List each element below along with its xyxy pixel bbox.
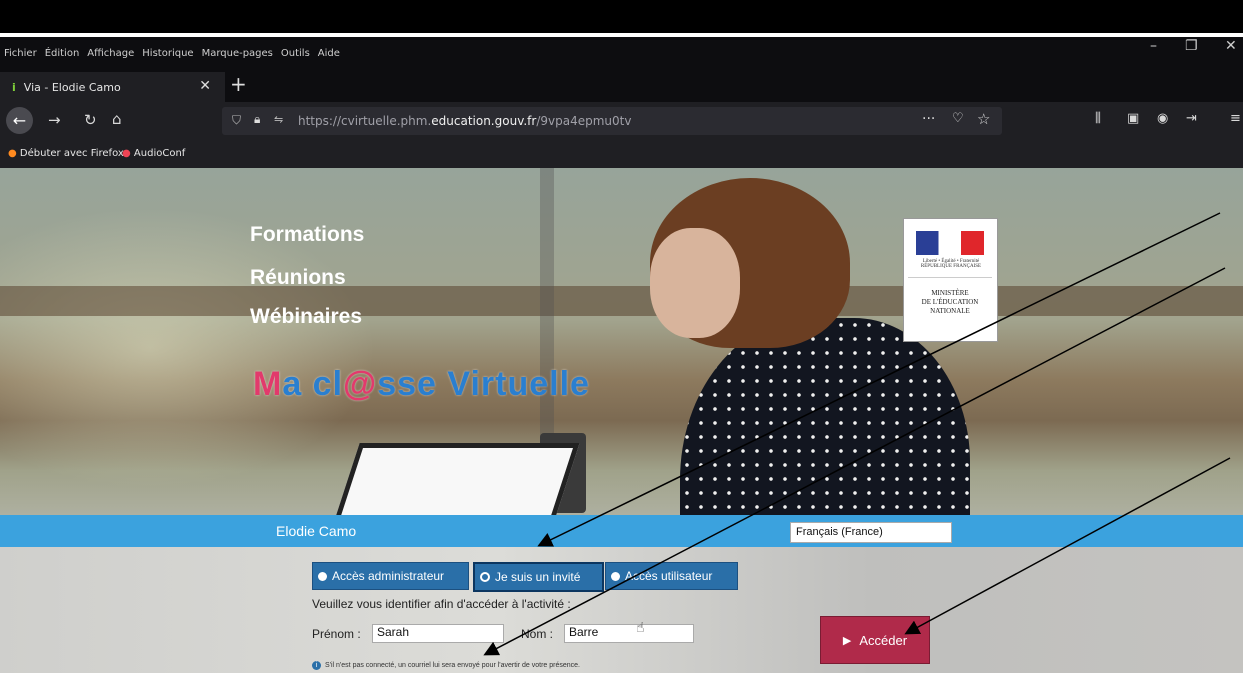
url-text: https://cvirtuelle.phm.education.gouv.fr… bbox=[298, 114, 632, 128]
firefox-icon: ● bbox=[8, 148, 17, 159]
marianne-flag-icon bbox=[916, 231, 984, 255]
home-icon[interactable]: ⌂ bbox=[112, 110, 122, 128]
menu-view[interactable]: Affichage bbox=[87, 48, 134, 59]
session-owner: Elodie Camo bbox=[276, 523, 357, 539]
minimize-icon[interactable]: – bbox=[1150, 38, 1157, 54]
tab-title: Via - Elodie Camo bbox=[23, 80, 121, 94]
play-icon: ▶ bbox=[842, 634, 852, 647]
close-tab-icon[interactable]: ✕ bbox=[199, 78, 211, 94]
radio-guest-access[interactable]: Je suis un invité bbox=[473, 562, 604, 592]
radio-admin-access[interactable]: Accès administrateur bbox=[312, 562, 469, 590]
mouse-cursor-icon: ☝ bbox=[636, 620, 645, 636]
sidebar-icon[interactable]: ▣ bbox=[1127, 111, 1139, 126]
lastname-label: Nom : bbox=[521, 627, 554, 641]
info-icon: i bbox=[312, 661, 321, 670]
account-icon[interactable]: ◉ bbox=[1157, 111, 1168, 126]
radio-icon bbox=[611, 571, 620, 581]
firstname-label: Prénom : bbox=[312, 627, 361, 641]
radio-selected-icon bbox=[480, 572, 490, 582]
site-favicon-icon: i bbox=[12, 80, 16, 94]
menu-file[interactable]: Fichier bbox=[4, 48, 37, 59]
info-note: i S'il n'est pas connecté, un courriel lu… bbox=[312, 661, 580, 670]
brand-logo: Ma cl@sse Virtuelle bbox=[253, 365, 590, 403]
menu-edit[interactable]: Édition bbox=[45, 48, 80, 59]
ministere-logo: Liberté • Égalité • Fraternité RÉPUBLIQU… bbox=[903, 218, 998, 342]
firstname-input[interactable]: Sarah bbox=[372, 624, 504, 643]
photo-woman-face bbox=[650, 228, 740, 338]
language-select[interactable]: Français (France) ⌄ bbox=[790, 522, 952, 543]
radio-icon bbox=[318, 571, 327, 581]
new-tab-icon[interactable]: + bbox=[230, 72, 247, 96]
bookmark-firefox[interactable]: ● Débuter avec Firefox bbox=[8, 148, 124, 159]
radio-user-access[interactable]: Accès utilisateur bbox=[605, 562, 738, 590]
hamburger-menu-icon[interactable]: ≡ bbox=[1230, 111, 1241, 126]
headline-webinaires: Wébinaires bbox=[250, 305, 363, 328]
forward-icon[interactable]: → bbox=[48, 111, 61, 129]
pocket-icon[interactable]: ♡ bbox=[952, 111, 964, 126]
background-window-frame bbox=[0, 286, 1243, 316]
menu-bookmarks[interactable]: Marque-pages bbox=[202, 48, 273, 59]
chevron-down-icon: ⌄ bbox=[796, 525, 805, 536]
headline-formations: Formations bbox=[250, 223, 365, 246]
menu-tools[interactable]: Outils bbox=[281, 48, 310, 59]
shield-icon: ⛉ bbox=[232, 113, 242, 127]
extension-icon[interactable]: ⇥ bbox=[1186, 111, 1197, 126]
close-window-icon[interactable]: ✕ bbox=[1225, 38, 1237, 54]
audioconf-icon: ● bbox=[122, 148, 131, 159]
library-icon[interactable]: ⫼ bbox=[1095, 111, 1101, 126]
menu-help[interactable]: Aide bbox=[318, 48, 340, 59]
headline-reunions: Réunions bbox=[250, 266, 346, 289]
top-black-band bbox=[0, 0, 1243, 33]
tab-active[interactable]: i Via - Elodie Camo ✕ bbox=[0, 72, 225, 102]
form-instructions: Veuillez vous identifier afin d'accéder … bbox=[312, 597, 571, 611]
bookmarks-bar: ● Débuter avec Firefox ● AudioConf bbox=[0, 140, 1243, 168]
maximize-icon[interactable]: ❐ bbox=[1185, 38, 1198, 54]
menu-bar: Fichier Édition Affichage Historique Mar… bbox=[0, 37, 1243, 69]
background-pillar bbox=[540, 168, 554, 468]
submit-access-button[interactable]: ▶ Accéder bbox=[820, 616, 930, 664]
page-actions-icon[interactable]: ··· bbox=[922, 111, 935, 127]
tab-bar: i Via - Elodie Camo ✕ bbox=[0, 69, 1243, 102]
star-bookmark-icon[interactable]: ☆ bbox=[977, 110, 990, 128]
session-header-bar bbox=[0, 515, 1243, 547]
back-icon[interactable]: ← bbox=[6, 107, 33, 134]
address-bar[interactable]: ⛉ 🔒︎ ⇋ https://cvirtuelle.phm.education.… bbox=[222, 107, 1002, 135]
menu-history[interactable]: Historique bbox=[142, 48, 193, 59]
lastname-input[interactable]: Barre bbox=[564, 624, 694, 643]
lock-icon: 🔒︎ bbox=[254, 112, 261, 126]
reload-icon[interactable]: ↻ bbox=[84, 111, 97, 129]
permissions-icon: ⇋ bbox=[274, 113, 284, 126]
bookmark-audioconf[interactable]: ● AudioConf bbox=[122, 148, 185, 159]
